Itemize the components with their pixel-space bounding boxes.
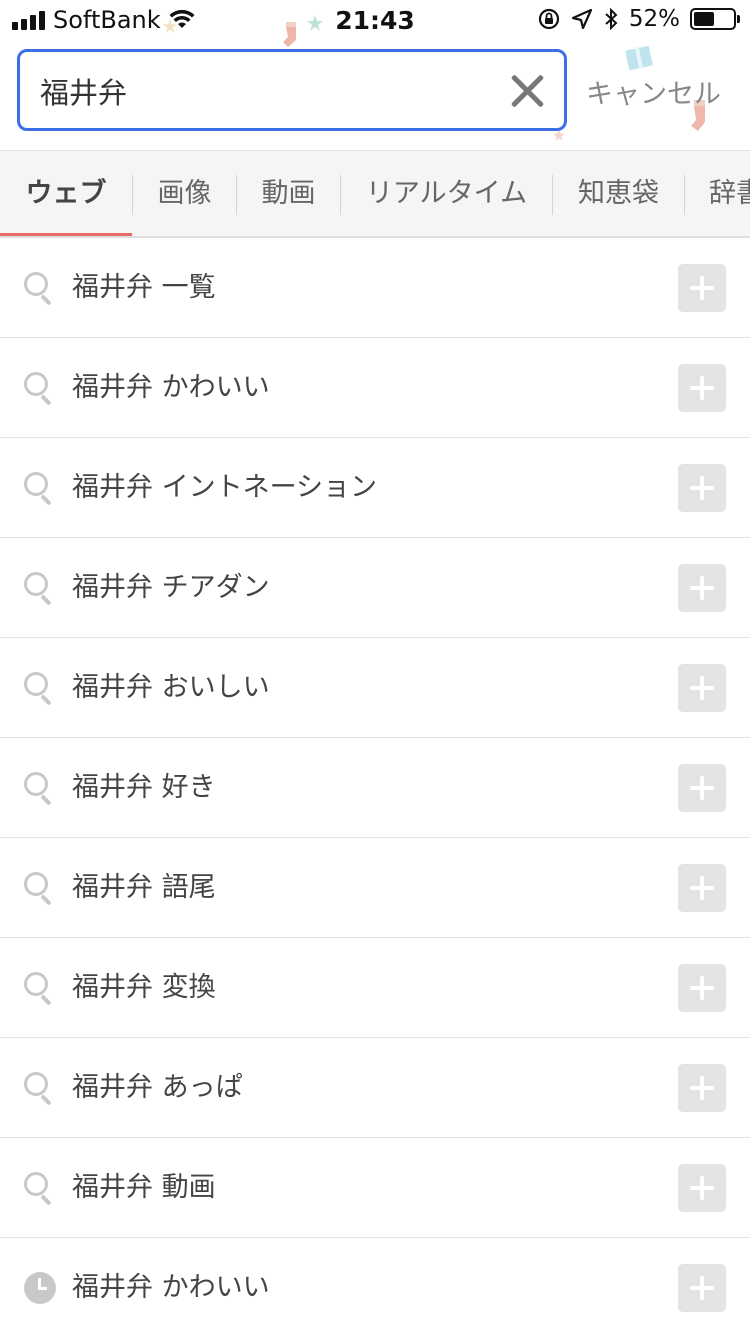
search-icon (24, 472, 56, 506)
search-icon (24, 1072, 56, 1106)
search-icon (24, 372, 56, 406)
search-category-tabs: ウェブ 画像 動画 リアルタイム 知恵袋 辞書 (0, 150, 750, 238)
suggestion-text[interactable]: 福井弁 あっぱ (72, 1038, 243, 1138)
suggestion-text[interactable]: 福井弁 おいしい (72, 638, 270, 738)
append-suggestion-button[interactable] (678, 864, 726, 912)
search-box (17, 49, 567, 131)
append-suggestion-button[interactable] (678, 1064, 726, 1112)
star-decoration-icon (307, 15, 323, 31)
suggestion-row[interactable]: 福井弁 あっぱ (0, 1038, 750, 1138)
history-clock-icon (24, 1272, 56, 1304)
tab-realtime[interactable]: リアルタイム (341, 151, 552, 236)
search-icon (24, 572, 56, 606)
stocking-decoration-icon (283, 22, 296, 47)
location-arrow-icon (571, 8, 592, 30)
search-icon (24, 1172, 56, 1206)
cancel-button[interactable]: キャンセル (586, 72, 721, 111)
history-text[interactable]: 福井弁 かわいい (72, 1238, 270, 1334)
append-suggestion-button[interactable] (678, 964, 726, 1012)
search-input[interactable] (40, 68, 500, 114)
star-decoration-icon (162, 18, 178, 34)
orientation-lock-icon (538, 8, 559, 30)
tab-dictionary[interactable]: 辞書 (685, 151, 750, 236)
tab-images[interactable]: 画像 (133, 151, 236, 236)
suggestion-row[interactable]: 福井弁 変換 (0, 938, 750, 1038)
suggestion-text[interactable]: 福井弁 語尾 (72, 838, 216, 938)
search-icon (24, 772, 56, 806)
tab-web[interactable]: ウェブ (0, 151, 132, 236)
tab-chiebukuro[interactable]: 知恵袋 (553, 151, 684, 236)
tab-videos[interactable]: 動画 (237, 151, 340, 236)
search-icon (24, 872, 56, 906)
append-suggestion-button[interactable] (678, 564, 726, 612)
suggestion-row[interactable]: 福井弁 チアダン (0, 538, 750, 638)
search-icon (24, 972, 56, 1006)
append-suggestion-button[interactable] (678, 764, 726, 812)
append-suggestion-button[interactable] (678, 264, 726, 312)
status-bar: SoftBank 21:43 52% (0, 0, 750, 40)
append-suggestion-button[interactable] (678, 1264, 726, 1312)
battery-percent: 52% (628, 6, 680, 32)
bluetooth-icon (605, 7, 618, 31)
suggestion-row[interactable]: 福井弁 好き (0, 738, 750, 838)
clear-search-button[interactable] (508, 72, 546, 110)
suggestion-row[interactable]: 福井弁 おいしい (0, 638, 750, 738)
battery-level-fill (694, 12, 714, 26)
history-row[interactable]: 福井弁 かわいい (0, 1238, 750, 1334)
suggestion-text[interactable]: 福井弁 かわいい (72, 338, 270, 438)
gift-decoration-icon (625, 45, 653, 70)
suggestion-row[interactable]: 福井弁 イントネーション (0, 438, 750, 538)
suggestion-text[interactable]: 福井弁 変換 (72, 938, 216, 1038)
search-icon (24, 672, 56, 706)
suggestion-text[interactable]: 福井弁 一覧 (72, 238, 216, 338)
suggestion-text[interactable]: 福井弁 チアダン (72, 538, 270, 638)
suggestion-row[interactable]: 福井弁 動画 (0, 1138, 750, 1238)
suggestion-text[interactable]: 福井弁 好き (72, 738, 216, 838)
suggestion-row[interactable]: 福井弁 一覧 (0, 238, 750, 338)
suggestion-list: 福井弁 一覧 福井弁 かわいい 福井弁 イントネーション 福井弁 チアダン 福井… (0, 238, 750, 1334)
append-suggestion-button[interactable] (678, 1164, 726, 1212)
suggestion-row[interactable]: 福井弁 語尾 (0, 838, 750, 938)
append-suggestion-button[interactable] (678, 364, 726, 412)
suggestion-row[interactable]: 福井弁 かわいい (0, 338, 750, 438)
search-icon (24, 272, 56, 306)
append-suggestion-button[interactable] (678, 664, 726, 712)
suggestion-text[interactable]: 福井弁 動画 (72, 1138, 216, 1238)
battery-icon (690, 8, 740, 30)
suggestion-text[interactable]: 福井弁 イントネーション (72, 438, 377, 538)
status-right: 52% (537, 6, 740, 32)
append-suggestion-button[interactable] (678, 464, 726, 512)
